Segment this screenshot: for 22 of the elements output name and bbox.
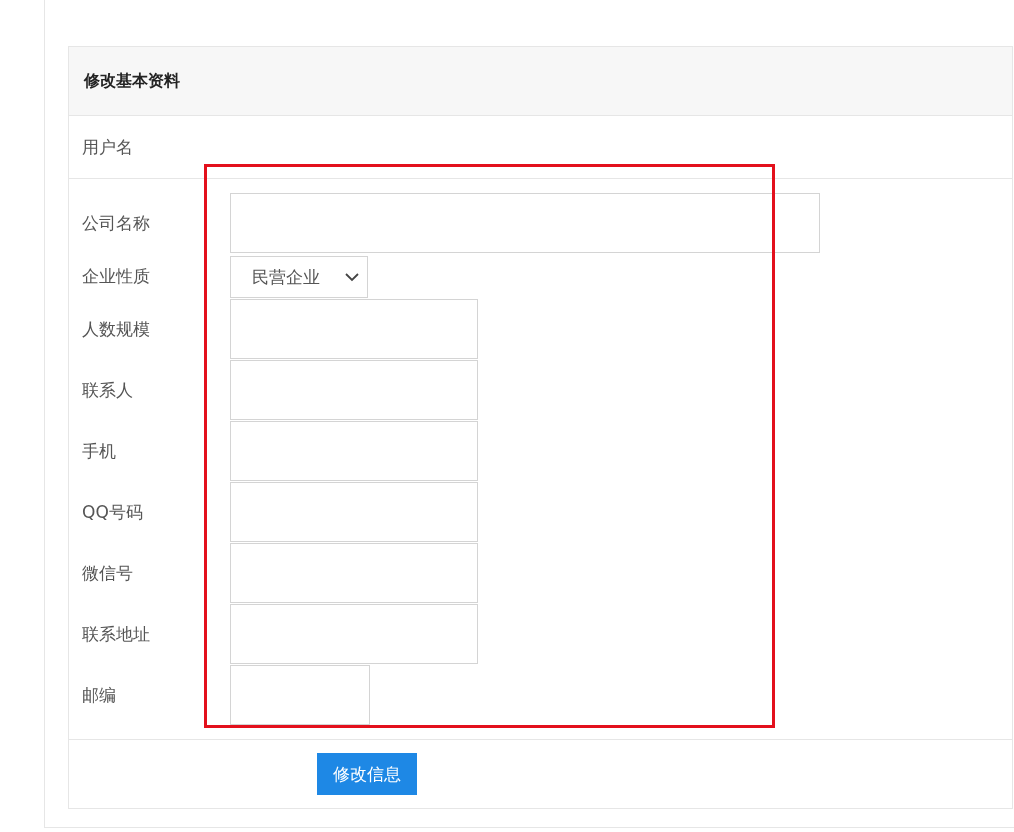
input-field[interactable]: [230, 360, 478, 420]
field-label: 联系人: [82, 378, 134, 402]
input-field[interactable]: [230, 543, 478, 603]
field-label: 联系地址: [82, 622, 151, 646]
panel-title: 修改基本资料: [84, 70, 180, 92]
field-label: 邮编: [82, 683, 117, 707]
field-label: 微信号: [82, 561, 134, 585]
field-label: 人数规模: [82, 317, 151, 341]
field-label: QQ号码: [82, 500, 144, 524]
field-label: 用户名: [82, 135, 133, 159]
input-field[interactable]: [230, 421, 478, 481]
field-label: 企业性质: [82, 264, 151, 288]
input-field[interactable]: [230, 299, 478, 359]
submit-button[interactable]: 修改信息: [317, 753, 417, 795]
input-field[interactable]: [230, 665, 370, 725]
select-field[interactable]: 民营企业: [230, 256, 368, 298]
input-field[interactable]: [230, 193, 820, 253]
field-label: 手机: [82, 439, 117, 463]
chevron-down-icon: [345, 272, 359, 282]
input-field[interactable]: [230, 482, 478, 542]
input-field[interactable]: [230, 604, 478, 664]
field-label: 公司名称: [82, 211, 151, 235]
